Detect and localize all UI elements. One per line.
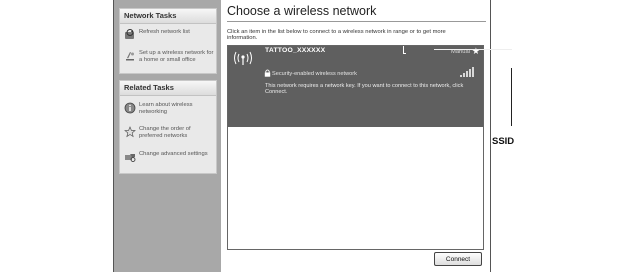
info-icon <box>124 102 136 114</box>
learn-about-wireless-task[interactable]: Learn about wireless networking <box>124 102 214 118</box>
network-list-item[interactable]: TATTOO_XXXXXX Manual ★ Security-enabled … <box>228 46 483 127</box>
preferred-star-icon: ★ <box>471 46 480 56</box>
network-ssid: TATTOO_XXXXXX <box>265 47 326 54</box>
ssid-callout-line <box>511 68 512 126</box>
change-preferred-order-label[interactable]: Change the order of preferred networks <box>139 126 214 139</box>
page-title: Choose a wireless network <box>227 4 377 18</box>
title-divider <box>227 21 486 22</box>
wireless-network-window: Network Tasks Refresh network list Set u… <box>113 0 514 272</box>
change-preferred-order-task[interactable]: Change the order of preferred networks <box>124 126 214 142</box>
refresh-network-list-label[interactable]: Refresh network list <box>139 29 214 36</box>
related-tasks-header[interactable]: Related Tasks <box>120 81 216 96</box>
setup-network-icon <box>126 52 134 61</box>
learn-about-wireless-label[interactable]: Learn about wireless networking <box>139 102 214 115</box>
settings-icon <box>125 154 136 162</box>
instructions-text: Click an item in the list below to conne… <box>227 29 446 42</box>
network-list[interactable]: TATTOO_XXXXXX Manual ★ Security-enabled … <box>227 45 484 250</box>
refresh-icon <box>125 29 134 39</box>
setup-wireless-network-task[interactable]: Set up a wireless network for a home or … <box>124 50 214 66</box>
refresh-network-list-task[interactable]: Refresh network list <box>124 29 214 39</box>
ssid-callout-bracket <box>403 46 406 54</box>
network-security-text: Security-enabled wireless network <box>272 71 357 77</box>
change-advanced-settings-label[interactable]: Change advanced settings <box>139 151 214 158</box>
wireless-antenna-icon <box>234 51 252 65</box>
main-content: Choose a wireless network Click an item … <box>222 0 514 272</box>
sidebar: Network Tasks Refresh network list Set u… <box>114 0 221 272</box>
lock-icon <box>264 69 271 77</box>
change-advanced-settings-task[interactable]: Change advanced settings <box>124 151 214 167</box>
connect-button[interactable]: Connect <box>434 252 482 266</box>
network-tasks-header[interactable]: Network Tasks <box>120 9 216 24</box>
signal-strength-icon <box>460 67 474 77</box>
network-key-message: This network requires a network key. If … <box>265 83 464 96</box>
star-icon <box>124 126 136 138</box>
network-tasks-panel: Network Tasks Refresh network list Set u… <box>119 8 217 74</box>
related-tasks-panel: Related Tasks Learn about wireless netwo… <box>119 80 217 174</box>
ssid-callout-label: SSID <box>492 136 515 147</box>
setup-wireless-network-label[interactable]: Set up a wireless network for a home or … <box>139 50 214 63</box>
ssid-callout-connector <box>434 49 512 50</box>
